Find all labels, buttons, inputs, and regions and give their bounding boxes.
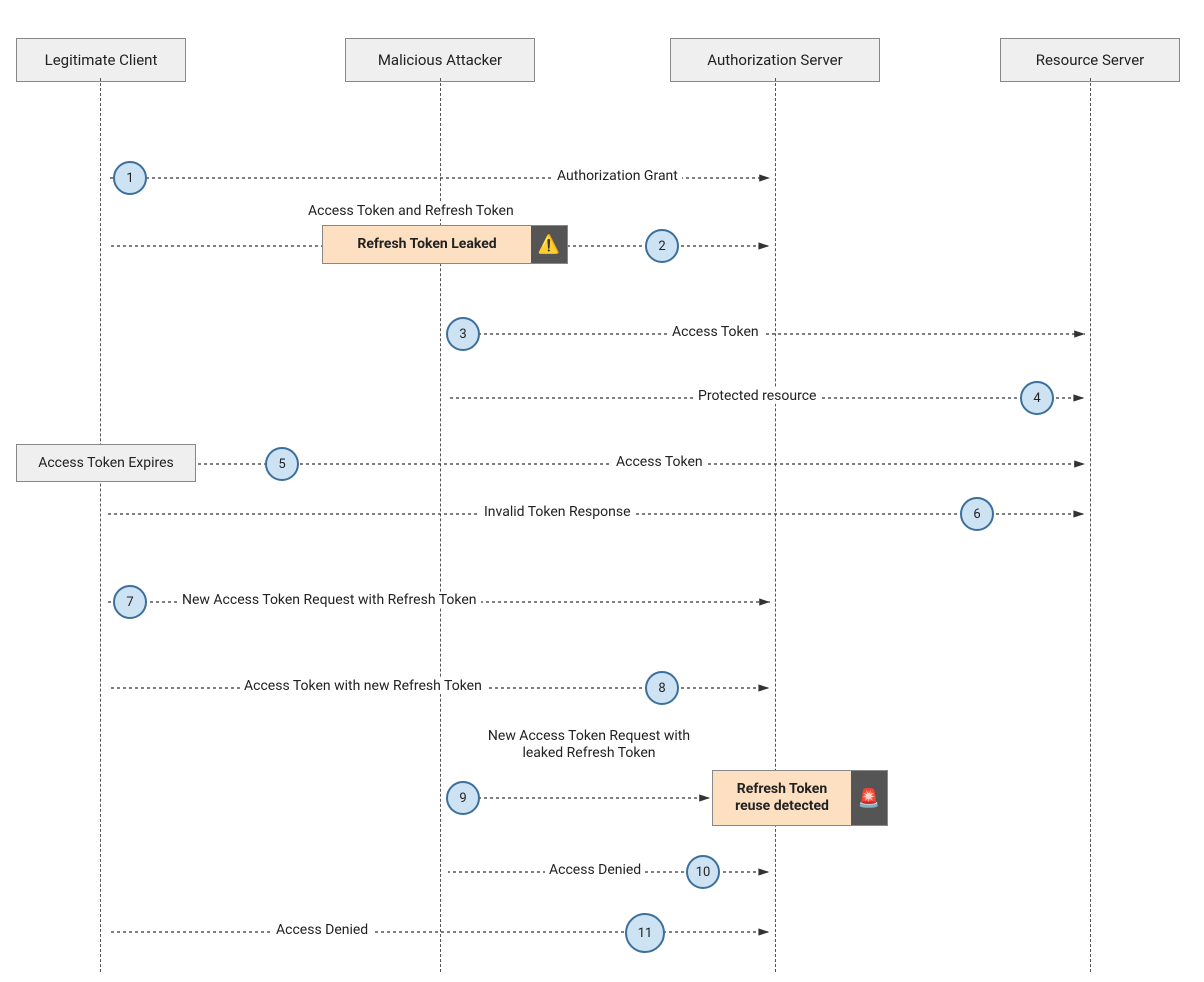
step-5: 5 <box>265 447 299 481</box>
step-6: 6 <box>960 497 994 531</box>
step-7: 7 <box>113 585 147 619</box>
msg-access-denied-attacker: Access Denied <box>545 862 645 878</box>
arrows-layer <box>0 0 1204 982</box>
msg-access-with-new-refresh: Access Token with new Refresh Token <box>240 678 486 694</box>
step-3: 3 <box>446 317 480 351</box>
msg-authorization-grant: Authorization Grant <box>553 168 682 184</box>
note-access-token-expires: Access Token Expires <box>16 444 196 482</box>
step-1: 1 <box>113 161 147 195</box>
alert-refresh-token-leaked: Refresh Token Leaked ⚠️ <box>322 225 568 264</box>
msg-access-token-client: Access Token <box>612 454 707 470</box>
msg-access-and-refresh-token: Access Token and Refresh Token <box>304 203 518 219</box>
alert-leaked-text: Refresh Token Leaked <box>323 226 531 263</box>
step-8: 8 <box>645 671 679 705</box>
alert-refresh-token-reuse: Refresh Token reuse detected 🚨 <box>712 770 888 826</box>
msg-protected-resource: Protected resource <box>694 388 820 404</box>
step-2: 2 <box>645 229 679 263</box>
msg-new-token-request: New Access Token Request with Refresh To… <box>178 592 481 608</box>
warning-icon: ⚠️ <box>531 226 567 263</box>
msg-new-token-leaked: New Access Token Request with leaked Ref… <box>480 728 698 762</box>
msg-invalid-token-response: Invalid Token Response <box>480 504 635 520</box>
alert-reuse-text: Refresh Token reuse detected <box>713 771 851 825</box>
msg-access-denied-client: Access Denied <box>272 922 372 938</box>
step-11: 11 <box>625 913 665 953</box>
msg-access-token-attacker: Access Token <box>668 324 763 340</box>
sequence-diagram: Legitimate Client Malicious Attacker Aut… <box>0 0 1204 982</box>
step-9: 9 <box>446 781 480 815</box>
step-4: 4 <box>1020 381 1054 415</box>
alarm-icon: 🚨 <box>851 771 887 825</box>
step-10: 10 <box>686 855 720 889</box>
